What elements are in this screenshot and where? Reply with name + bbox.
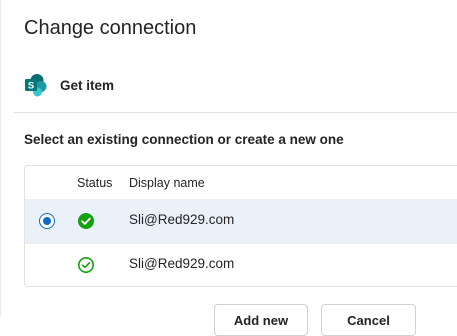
check-circle-outline-icon (78, 257, 94, 273)
action-label: Get item (60, 77, 115, 93)
add-new-button[interactable]: Add new (214, 304, 308, 336)
panel-left-border (0, 0, 1, 317)
table-row[interactable]: Sli@Red929.com (25, 243, 457, 287)
display-name-cell: Sli@Red929.com (129, 212, 235, 227)
action-row[interactable]: S Get item (24, 72, 114, 98)
column-header-status[interactable]: Status (77, 176, 112, 190)
radio-selected-dot (42, 216, 51, 225)
sharepoint-icon: S (25, 74, 47, 97)
column-header-display-name[interactable]: Display name (129, 176, 205, 190)
cancel-button[interactable]: Cancel (321, 304, 416, 336)
page-title: Change connection (24, 17, 197, 39)
table-header: Status Display name (25, 166, 457, 199)
connections-table: Status Display name Sli@Red929.com Sli@R… (24, 165, 457, 287)
divider (14, 112, 457, 113)
table-row[interactable]: Sli@Red929.com (25, 199, 457, 243)
check-circle-filled-icon (78, 213, 94, 229)
radio-button[interactable] (39, 213, 55, 229)
svg-text:S: S (28, 81, 34, 92)
display-name-cell: Sli@Red929.com (129, 256, 235, 271)
section-heading: Select an existing connection or create … (24, 132, 344, 147)
